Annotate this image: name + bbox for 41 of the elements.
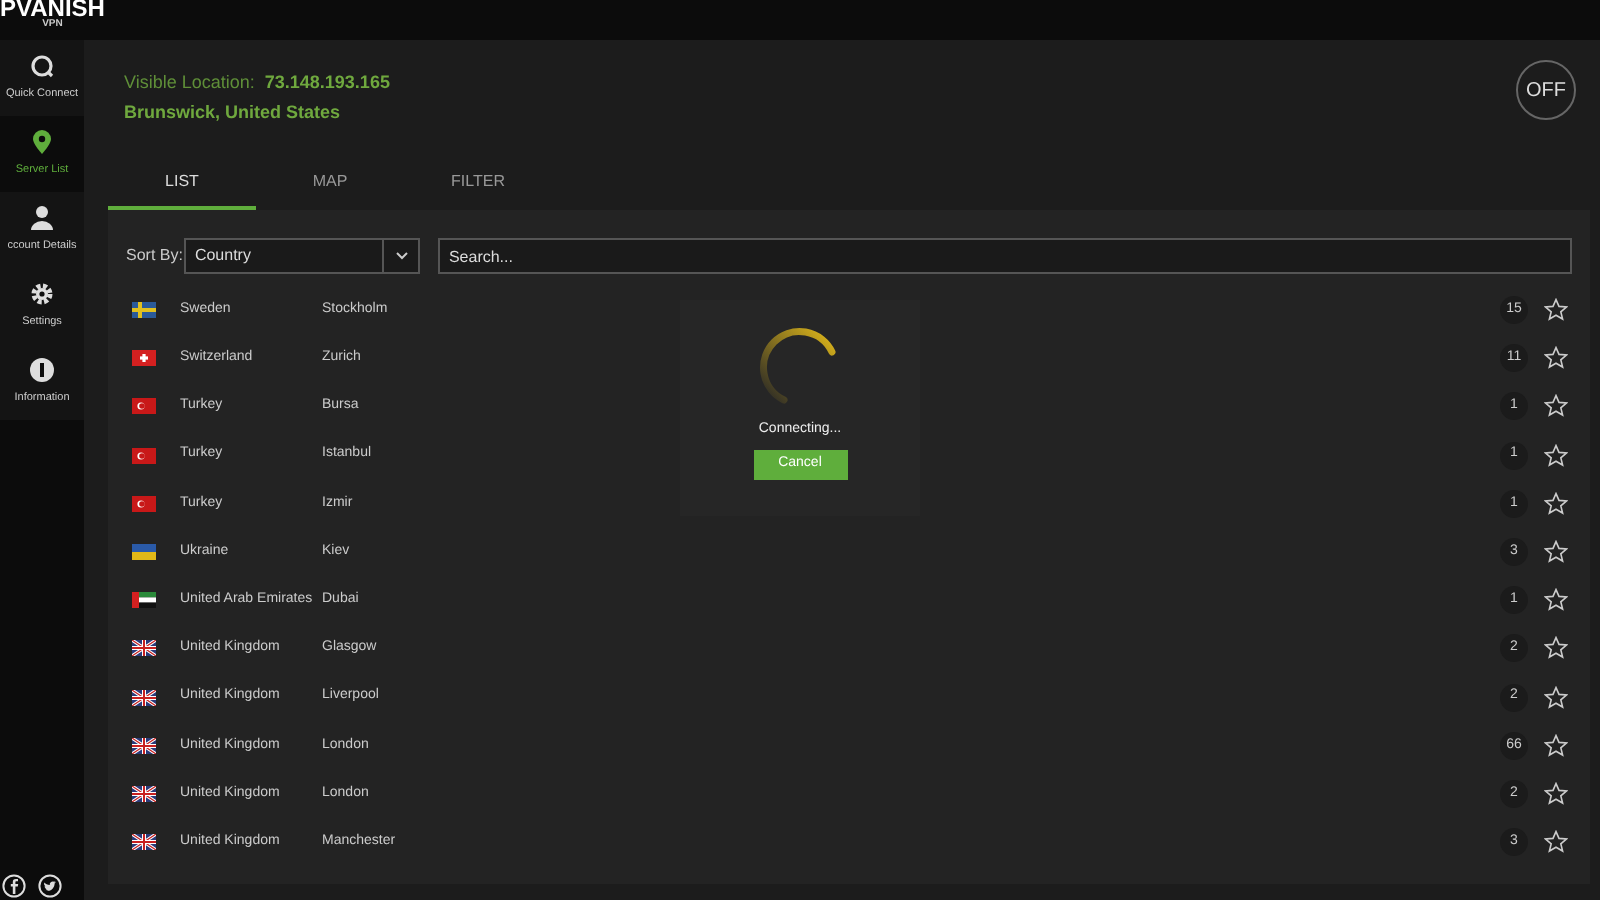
star-icon[interactable]: [1544, 685, 1568, 710]
union-flag-icon: [132, 834, 156, 851]
cross-flag-icon: [132, 302, 156, 319]
star-icon[interactable]: [1544, 491, 1568, 516]
crescent-flag-icon: [132, 495, 156, 512]
location-label: Visible Location:: [124, 70, 255, 96]
info-icon: [28, 356, 56, 385]
star-icon[interactable]: [1544, 443, 1568, 468]
star-icon[interactable]: [1544, 588, 1568, 613]
striped-flag-icon: [132, 544, 156, 561]
location-place: Brunswick, United States: [124, 99, 343, 125]
search-icon: [28, 52, 56, 81]
chevron-down-icon: [395, 252, 408, 260]
star-icon[interactable]: [1544, 830, 1568, 855]
star-icon[interactable]: [1544, 298, 1568, 323]
crescent-flag-icon: [132, 447, 156, 464]
sort-dropdown[interactable]: Country: [184, 238, 421, 274]
star-icon[interactable]: [1544, 781, 1568, 806]
union-flag-icon: [132, 737, 156, 754]
star-icon[interactable]: [1544, 346, 1568, 371]
tab[interactable]: FILTER: [404, 156, 552, 210]
sort-label: Sort By:: [126, 244, 183, 268]
settings-icon: [28, 280, 56, 309]
search-field[interactable]: Search...: [438, 238, 1572, 274]
star-icon[interactable]: [1544, 394, 1568, 419]
tab[interactable]: MAP: [256, 156, 404, 210]
union-flag-icon: [132, 785, 156, 802]
star-icon[interactable]: [1544, 636, 1568, 661]
location-pin-icon: [28, 128, 56, 157]
ip-address: 73.148.193.165: [264, 70, 390, 96]
star-icon[interactable]: [1544, 733, 1568, 758]
star-icon[interactable]: [1544, 540, 1568, 565]
power-button[interactable]: OFF: [1516, 60, 1576, 120]
striped-flag-icon: [132, 592, 156, 609]
cross-flag-icon: [132, 350, 156, 367]
union-flag-icon: [132, 689, 156, 706]
facebook-icon[interactable]: [2, 874, 26, 898]
person-icon: [28, 204, 56, 233]
crescent-flag-icon: [132, 398, 156, 415]
twitter-icon[interactable]: [38, 874, 62, 898]
union-flag-icon: [132, 640, 156, 657]
